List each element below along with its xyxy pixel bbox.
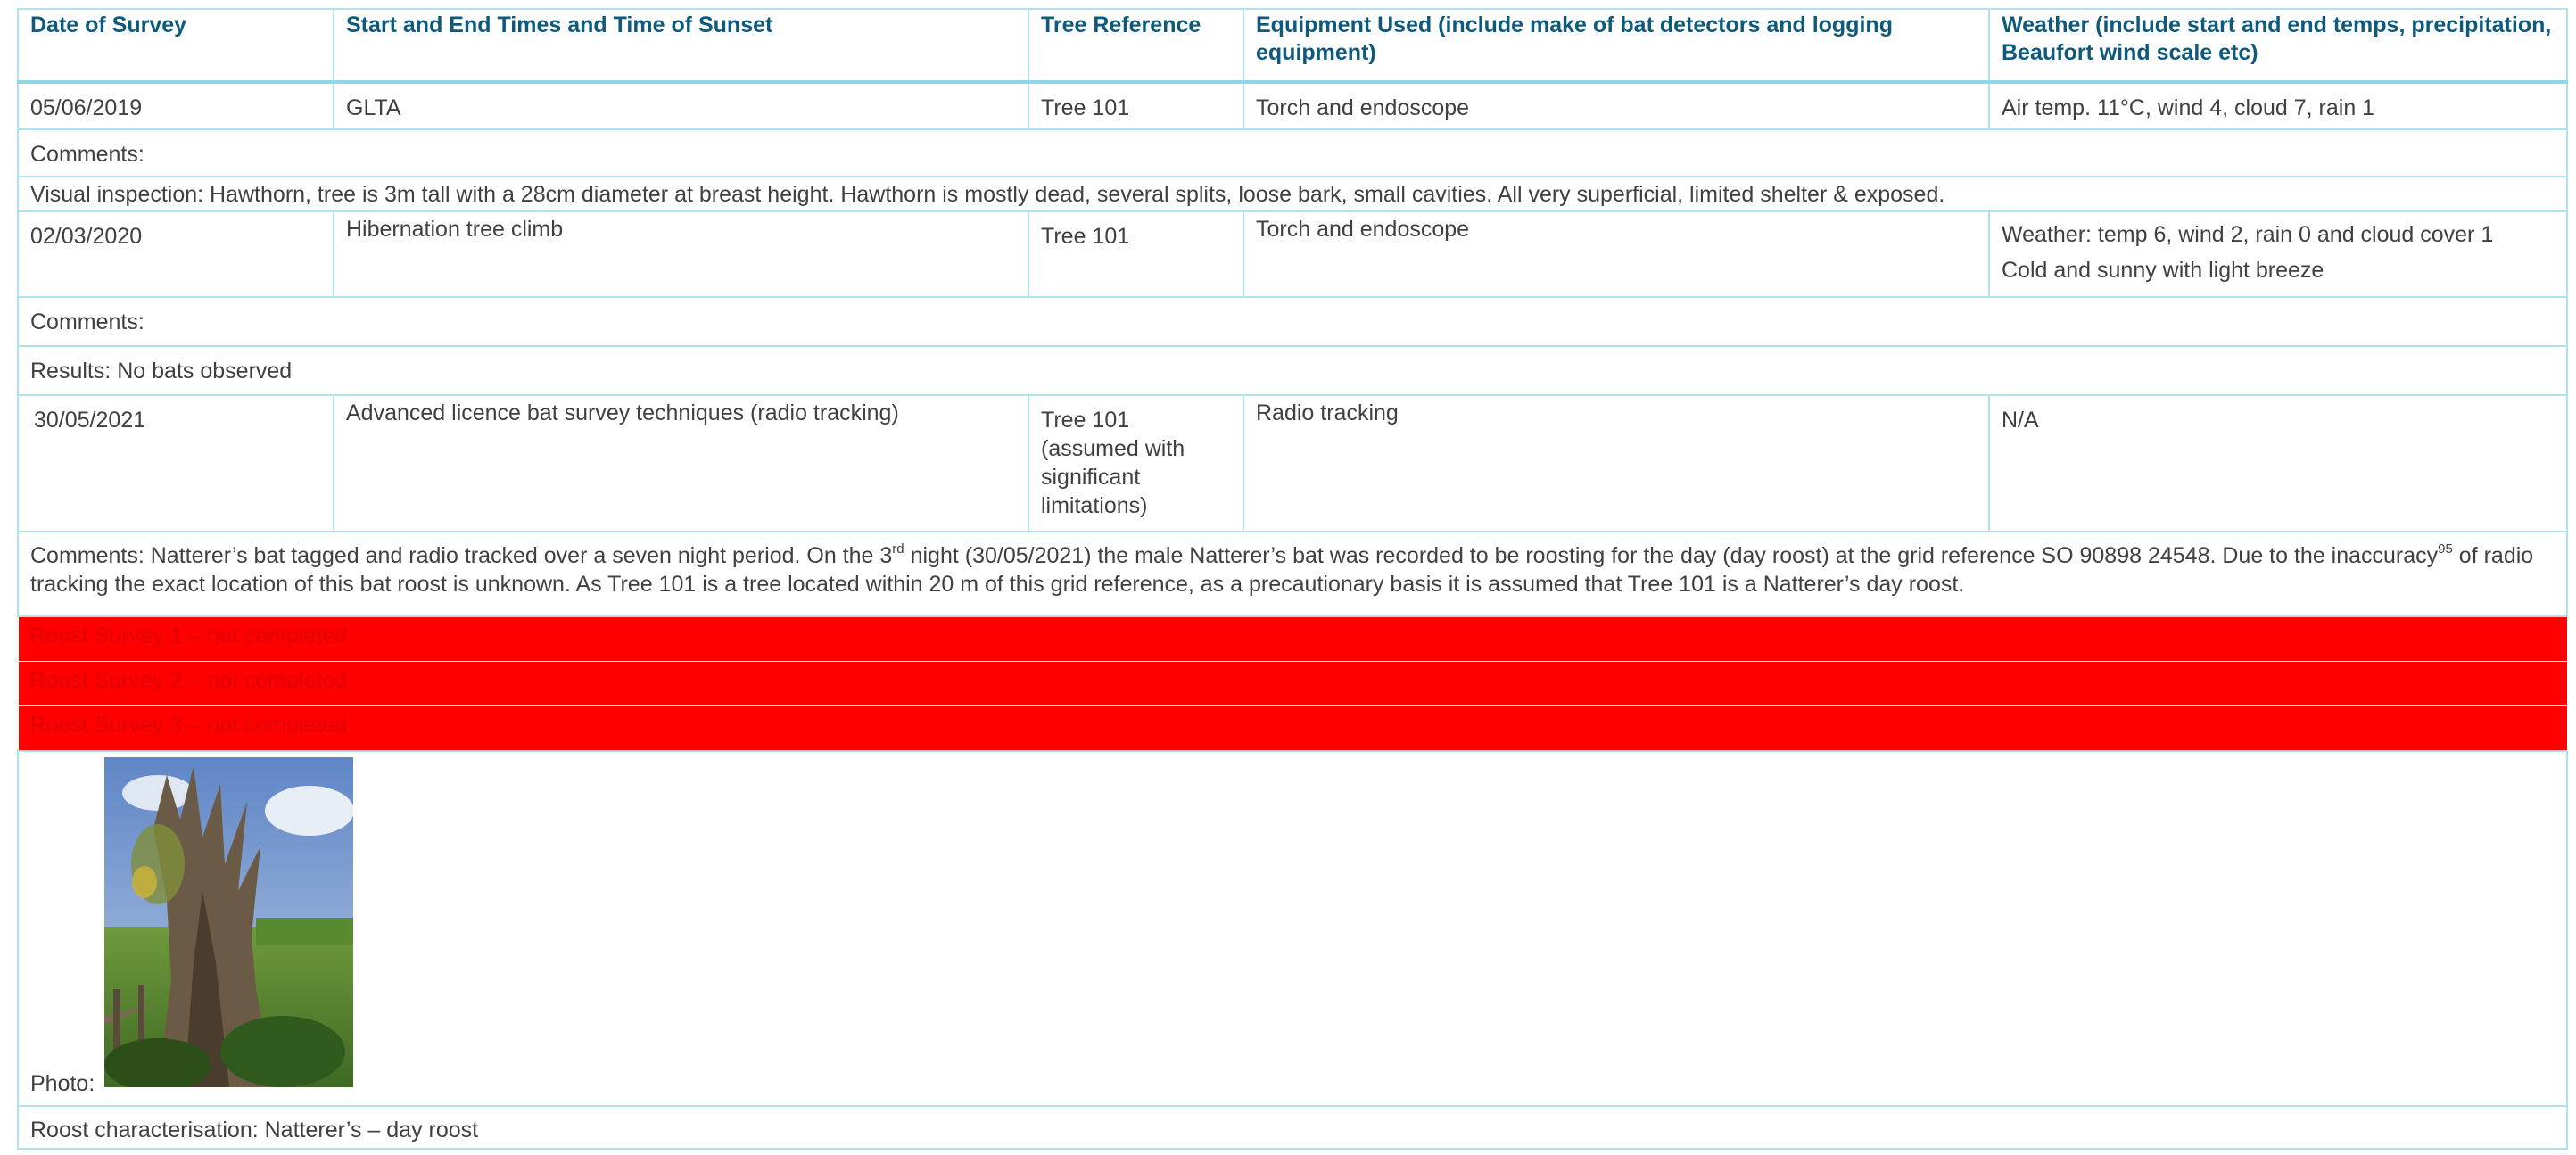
photo-cell: Photo: <box>17 750 2568 1107</box>
survey2-results: Results: No bats observed <box>17 345 2568 396</box>
survey2-times: Hibernation tree climb <box>333 210 1029 298</box>
survey3-equipment: Radio tracking <box>1243 394 1990 532</box>
table-row: Photo: <box>17 750 2568 1107</box>
survey3-comments-part1: Comments: Natterer’s bat tagged and radi… <box>30 543 893 568</box>
header-date: Date of Survey <box>17 8 334 84</box>
survey1-weather: Air temp. 11°C, wind 4, cloud 7, rain 1 <box>1988 81 2568 130</box>
table-row: Comments: <box>17 296 2568 347</box>
survey1-times: GLTA <box>333 81 1029 130</box>
bat-survey-table: Date of Survey Start and End Times and T… <box>17 8 2568 1150</box>
photo-label: Photo: <box>30 1071 95 1096</box>
header-times: Start and End Times and Time of Sunset <box>333 8 1029 84</box>
roost-survey-3: Roost Survey 3 – not completed <box>17 705 2568 752</box>
tree-photo <box>104 757 353 1087</box>
survey3-comments-part2: night (30/05/2021) the male Natterer’s b… <box>904 543 2439 568</box>
survey2-tree: Tree 101 <box>1028 210 1244 298</box>
header-row: Date of Survey Start and End Times and T… <box>17 8 2568 84</box>
header-equipment: Equipment Used (include make of bat dete… <box>1243 8 1990 84</box>
survey1-date: 05/06/2019 <box>17 81 334 130</box>
table-row: Comments: Natterer’s bat tagged and radi… <box>17 531 2568 617</box>
roost-survey-row: Roost Survey 3 – not completed <box>17 705 2568 752</box>
survey2-equipment: Torch and endoscope <box>1243 210 1990 298</box>
roost-survey-2: Roost Survey 2 – not completed <box>17 661 2568 706</box>
table-row: 30/05/2021 Advanced licence bat survey t… <box>17 394 2568 532</box>
survey3-times: Advanced licence bat survey techniques (… <box>333 394 1029 532</box>
survey1-comments: Comments: <box>17 128 2568 177</box>
survey2-weather-line1: Weather: temp 6, wind 2, rain 0 and clou… <box>2002 222 2494 247</box>
header-weather: Weather (include start and end temps, pr… <box>1988 8 2568 84</box>
table-row: Comments: <box>17 128 2568 177</box>
table-row: 05/06/2019 GLTA Tree 101 Torch and endos… <box>17 81 2568 130</box>
header-tree-reference: Tree Reference <box>1028 8 1244 84</box>
roost-characterisation: Roost characterisation: Natterer’s – day… <box>17 1105 2568 1150</box>
table-row: Roost characterisation: Natterer’s – day… <box>17 1105 2568 1150</box>
table-row: Visual inspection: Hawthorn, tree is 3m … <box>17 176 2568 212</box>
survey2-weather: Weather: temp 6, wind 2, rain 0 and clou… <box>1988 210 2568 298</box>
survey1-equipment: Torch and endoscope <box>1243 81 1990 130</box>
table-row: 02/03/2020 Hibernation tree climb Tree 1… <box>17 210 2568 298</box>
roost-survey-row: Roost Survey 2 – not completed <box>17 661 2568 706</box>
roost-survey-row: Roost Survey 1 – not completed <box>17 615 2568 662</box>
survey3-weather: N/A <box>1988 394 2568 532</box>
survey1-visual-inspection: Visual inspection: Hawthorn, tree is 3m … <box>17 176 2568 212</box>
roost-survey-1: Roost Survey 1 – not completed <box>17 615 2568 662</box>
footnote-ref-95: 95 <box>2438 540 2453 557</box>
survey3-tree: Tree 101 (assumed with significant limit… <box>1028 394 1244 532</box>
survey2-comments: Comments: <box>17 296 2568 347</box>
survey1-tree: Tree 101 <box>1028 81 1244 130</box>
table-row: Results: No bats observed <box>17 345 2568 396</box>
survey2-weather-line2: Cold and sunny with light breeze <box>2002 258 2324 283</box>
survey3-date: 30/05/2021 <box>17 394 334 532</box>
survey3-comments: Comments: Natterer’s bat tagged and radi… <box>17 531 2568 617</box>
superscript-rd: rd <box>892 540 904 557</box>
survey2-date: 02/03/2020 <box>17 210 334 298</box>
